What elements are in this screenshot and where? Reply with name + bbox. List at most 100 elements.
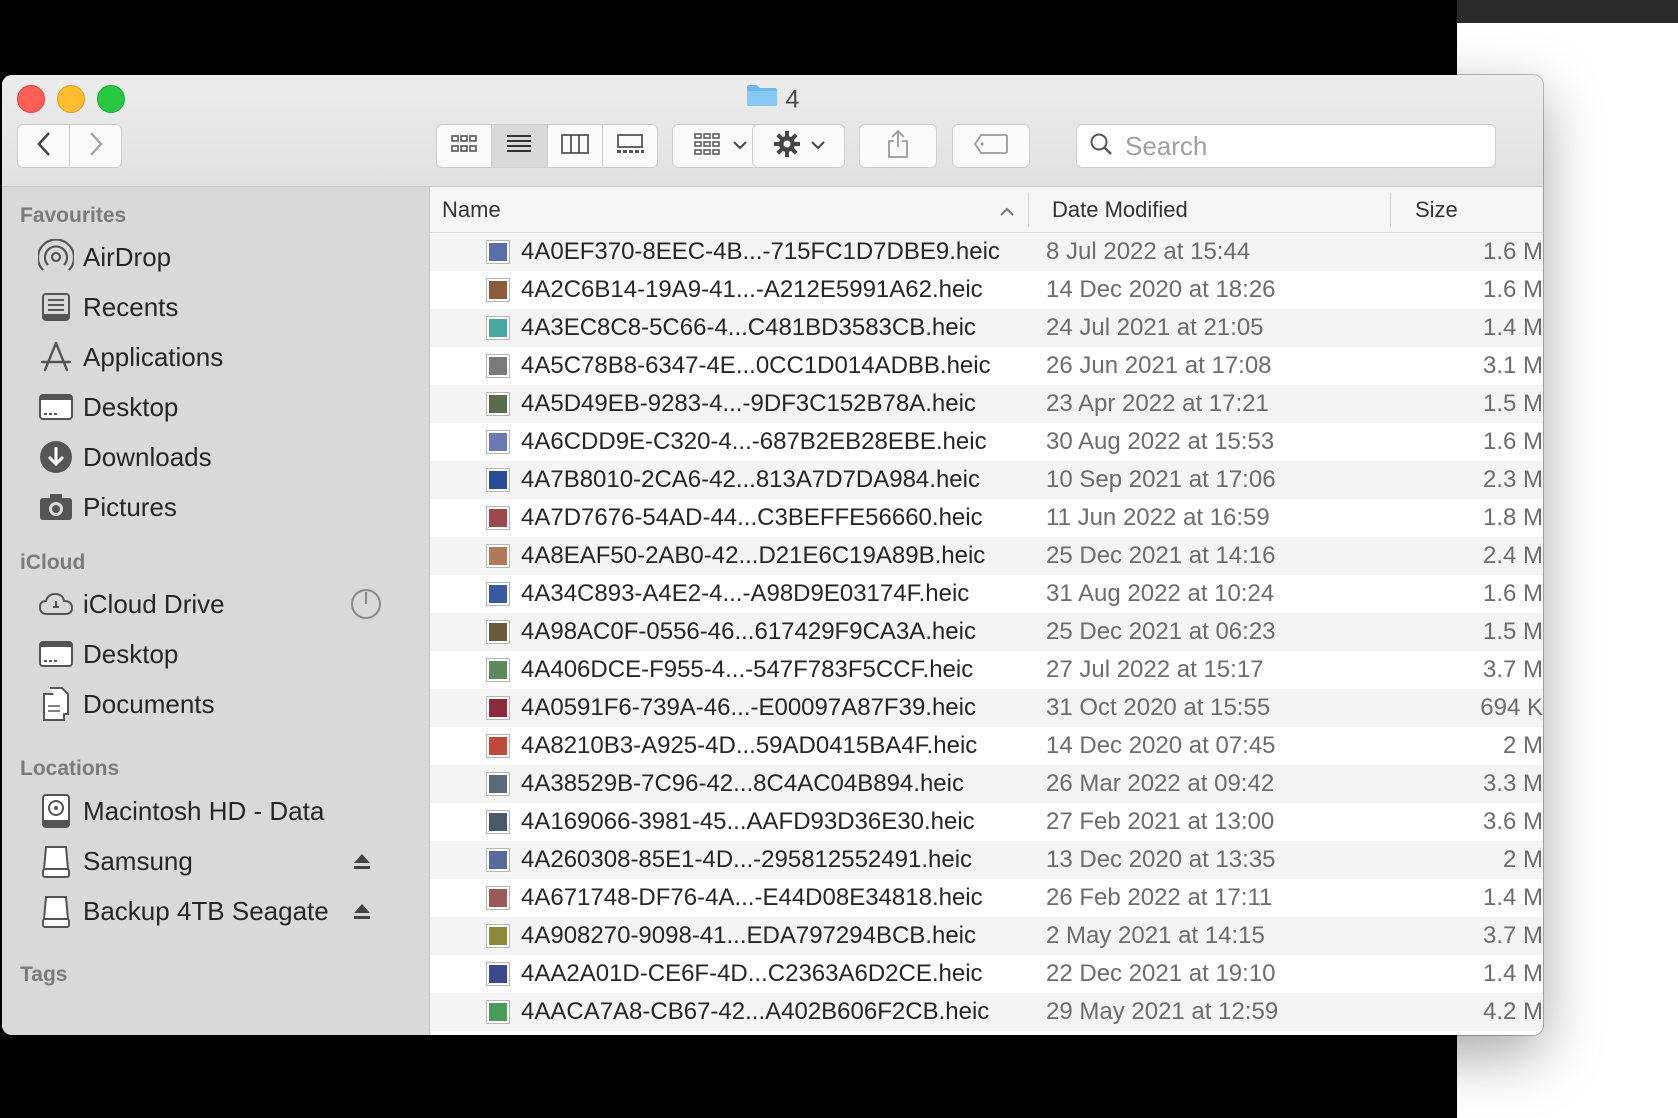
file-name: 4A0591F6-739A-46...-E00097A87F39.heic	[521, 694, 976, 721]
window-title-text: 4	[785, 85, 800, 114]
image-thumbnail-icon	[486, 734, 510, 758]
forward-button[interactable]	[69, 125, 121, 167]
column-view-button[interactable]	[546, 125, 602, 167]
file-date-modified: 31 Aug 2022 at 10:24	[1046, 580, 1275, 607]
gallery-view-button[interactable]	[601, 125, 657, 167]
file-name: 4A7B8010-2CA6-42...813A7D7DA984.heic	[521, 466, 980, 493]
file-date-modified: 23 Apr 2022 at 17:21	[1046, 390, 1269, 417]
file-date-modified: 27 Jul 2022 at 15:17	[1046, 656, 1264, 683]
image-thumbnail-icon	[486, 848, 510, 872]
file-name: 4A34C893-A4E2-4...-A98D9E03174F.heic	[521, 580, 970, 607]
file-row[interactable]: 4A406DCE-F955-4...-547F783F5CCF.heic 27 J…	[430, 651, 1543, 689]
group-icon	[693, 132, 723, 161]
file-name: 4A260308-85E1-4D...-295812552491.heic	[521, 846, 973, 873]
file-size: 2 M	[1502, 846, 1543, 873]
file-size: 1.4 M	[1482, 314, 1543, 341]
file-row[interactable]: 4A0EF370-8EEC-4B...-715FC1D7DBE9.heic 8 J…	[430, 233, 1543, 271]
sidebar-item-downloads[interactable]: Downloads	[37, 433, 407, 481]
file-row[interactable]: 4A38529B-7C96-42...8C4AC04B894.heic 26 Ma…	[430, 765, 1543, 803]
file-row[interactable]: 4AACA7A8-CB67-42...A402B606F2CB.heic 29 M…	[430, 993, 1543, 1031]
file-name: 4A38529B-7C96-42...8C4AC04B894.heic	[521, 770, 964, 797]
file-row[interactable]: 4A98AC0F-0556-46...617429F9CA3A.heic 25 D…	[430, 613, 1543, 651]
file-name: 4A908270-9098-41...EDA797294BCB.heic	[521, 922, 976, 949]
sidebar-item-desktop[interactable]: Desktop	[37, 383, 407, 431]
list-view-button[interactable]	[491, 125, 547, 167]
column-header-date[interactable]: Date Modified	[1052, 187, 1188, 232]
file-name: 4A5C78B8-6347-4E...0CC1D014ADBB.heic	[521, 352, 991, 379]
search-icon	[1089, 132, 1113, 161]
file-row[interactable]: 4A5C78B8-6347-4E...0CC1D014ADBB.heic 26 J…	[430, 347, 1543, 385]
image-thumbnail-icon	[486, 962, 510, 986]
file-row[interactable]: 4A7B8010-2CA6-42...813A7D7DA984.heic 10 S…	[430, 461, 1543, 499]
back-button[interactable]	[18, 125, 69, 167]
finder-window: 4 Search Favourites AirDrop Recents Appl…	[2, 75, 1543, 1035]
sidebar-item-backup-4tb[interactable]: Backup 4TB Seagate	[37, 887, 407, 935]
file-date-modified: 24 Jul 2021 at 21:05	[1046, 314, 1264, 341]
column-header-size[interactable]: Size	[1415, 187, 1458, 232]
image-thumbnail-icon	[486, 772, 510, 796]
file-size: 1.4 M	[1482, 960, 1543, 987]
file-row[interactable]: 4A3EC8C8-5C66-4...C481BD3583CB.heic 24 Ju…	[430, 309, 1543, 347]
file-row[interactable]: 4A8EAF50-2AB0-42...D21E6C19A89B.heic 25 D…	[430, 537, 1543, 575]
sidebar-item-documents[interactable]: Documents	[37, 680, 407, 728]
sidebar-item-pictures[interactable]: Pictures	[37, 483, 407, 531]
sidebar-item-airdrop[interactable]: AirDrop	[37, 233, 407, 281]
column-header-name[interactable]: Name	[442, 187, 501, 232]
file-row[interactable]: 4A2C6B14-19A9-41...-A212E5991A62.heic 14 …	[430, 271, 1543, 309]
image-thumbnail-icon	[486, 468, 510, 492]
sidebar-item-macintosh-hd[interactable]: Macintosh HD - Data	[37, 787, 407, 835]
external-drive-icon	[37, 892, 75, 930]
eject-icon[interactable]	[352, 887, 372, 935]
title-bar: 4	[2, 75, 1543, 187]
file-row[interactable]: 4AA2A01D-CE6F-4D...C2363A6D2CE.heic 22 De…	[430, 955, 1543, 993]
file-size: 694 K	[1480, 694, 1543, 721]
file-row[interactable]: 4A8210B3-A925-4D...59AD0415BA4F.heic 14 D…	[430, 727, 1543, 765]
image-thumbnail-icon	[486, 506, 510, 530]
image-thumbnail-icon	[486, 354, 510, 378]
file-name: 4A2C6B14-19A9-41...-A212E5991A62.heic	[521, 276, 983, 303]
eject-icon[interactable]	[352, 837, 372, 885]
file-row[interactable]: 4A671748-DF76-4A...-E44D08E34818.heic 26 …	[430, 879, 1543, 917]
airdrop-icon	[37, 238, 75, 276]
file-row[interactable]: 4A7D7676-54AD-44...C3BEFFE56660.heic 11 J…	[430, 499, 1543, 537]
icon-view-button[interactable]	[437, 125, 491, 167]
file-date-modified: 14 Dec 2020 at 18:26	[1046, 276, 1276, 303]
file-row[interactable]: 4A169066-3981-45...AAFD93D36E30.heic 27 F…	[430, 803, 1543, 841]
file-date-modified: 13 Dec 2020 at 13:35	[1046, 846, 1276, 873]
column-divider[interactable]	[1028, 193, 1029, 227]
file-name: 4A406DCE-F955-4...-547F783F5CCF.heic	[521, 656, 974, 683]
file-size: 1.6 M	[1482, 276, 1543, 303]
file-size: 1.6 M	[1482, 428, 1543, 455]
file-size: 3.7 M	[1482, 656, 1543, 683]
file-row[interactable]: 4A34C893-A4E2-4...-A98D9E03174F.heic 31 A…	[430, 575, 1543, 613]
action-button[interactable]	[752, 124, 845, 168]
file-size: 2.4 M	[1482, 542, 1543, 569]
file-row[interactable]: 4A5D49EB-9283-4...-9DF3C152B78A.heic 23 A…	[430, 385, 1543, 423]
file-date-modified: 10 Sep 2021 at 17:06	[1046, 466, 1276, 493]
search-field[interactable]	[1076, 124, 1496, 168]
file-row[interactable]: 4A260308-85E1-4D...-295812552491.heic 13 …	[430, 841, 1543, 879]
file-name: 4AA2A01D-CE6F-4D...C2363A6D2CE.heic	[521, 960, 983, 987]
file-list: Name Date Modified Size 4A0EF370-8EEC-4B…	[430, 187, 1543, 1035]
search-input[interactable]	[1123, 129, 1467, 163]
column-divider[interactable]	[1390, 193, 1391, 227]
file-date-modified: 14 Dec 2020 at 07:45	[1046, 732, 1276, 759]
sidebar-item-samsung[interactable]: Samsung	[37, 837, 407, 885]
sidebar-item-label: iCloud Drive	[83, 588, 225, 619]
sidebar-item-label: Pictures	[83, 491, 177, 522]
image-thumbnail-icon	[486, 278, 510, 302]
file-row[interactable]: 4A0591F6-739A-46...-E00097A87F39.heic 31 …	[430, 689, 1543, 727]
sidebar-item-icloud-drive[interactable]: iCloud Drive	[37, 580, 407, 628]
file-date-modified: 29 May 2021 at 12:59	[1046, 998, 1279, 1025]
image-thumbnail-icon	[486, 810, 510, 834]
file-row[interactable]: 4A908270-9098-41...EDA797294BCB.heic 2 Ma…	[430, 917, 1543, 955]
external-drive-icon	[37, 842, 75, 880]
file-size: 3.3 M	[1482, 770, 1543, 797]
file-row[interactable]: 4A6CDD9E-C320-4...-687B2EB28EBE.heic 30 A…	[430, 423, 1543, 461]
tag-button[interactable]	[952, 124, 1030, 168]
share-button[interactable]	[859, 124, 937, 168]
sidebar-item-recents[interactable]: Recents	[37, 283, 407, 331]
sidebar-item-icloud-desktop[interactable]: Desktop	[37, 630, 407, 678]
downloads-icon	[37, 438, 75, 476]
sidebar-item-applications[interactable]: Applications	[37, 333, 407, 381]
